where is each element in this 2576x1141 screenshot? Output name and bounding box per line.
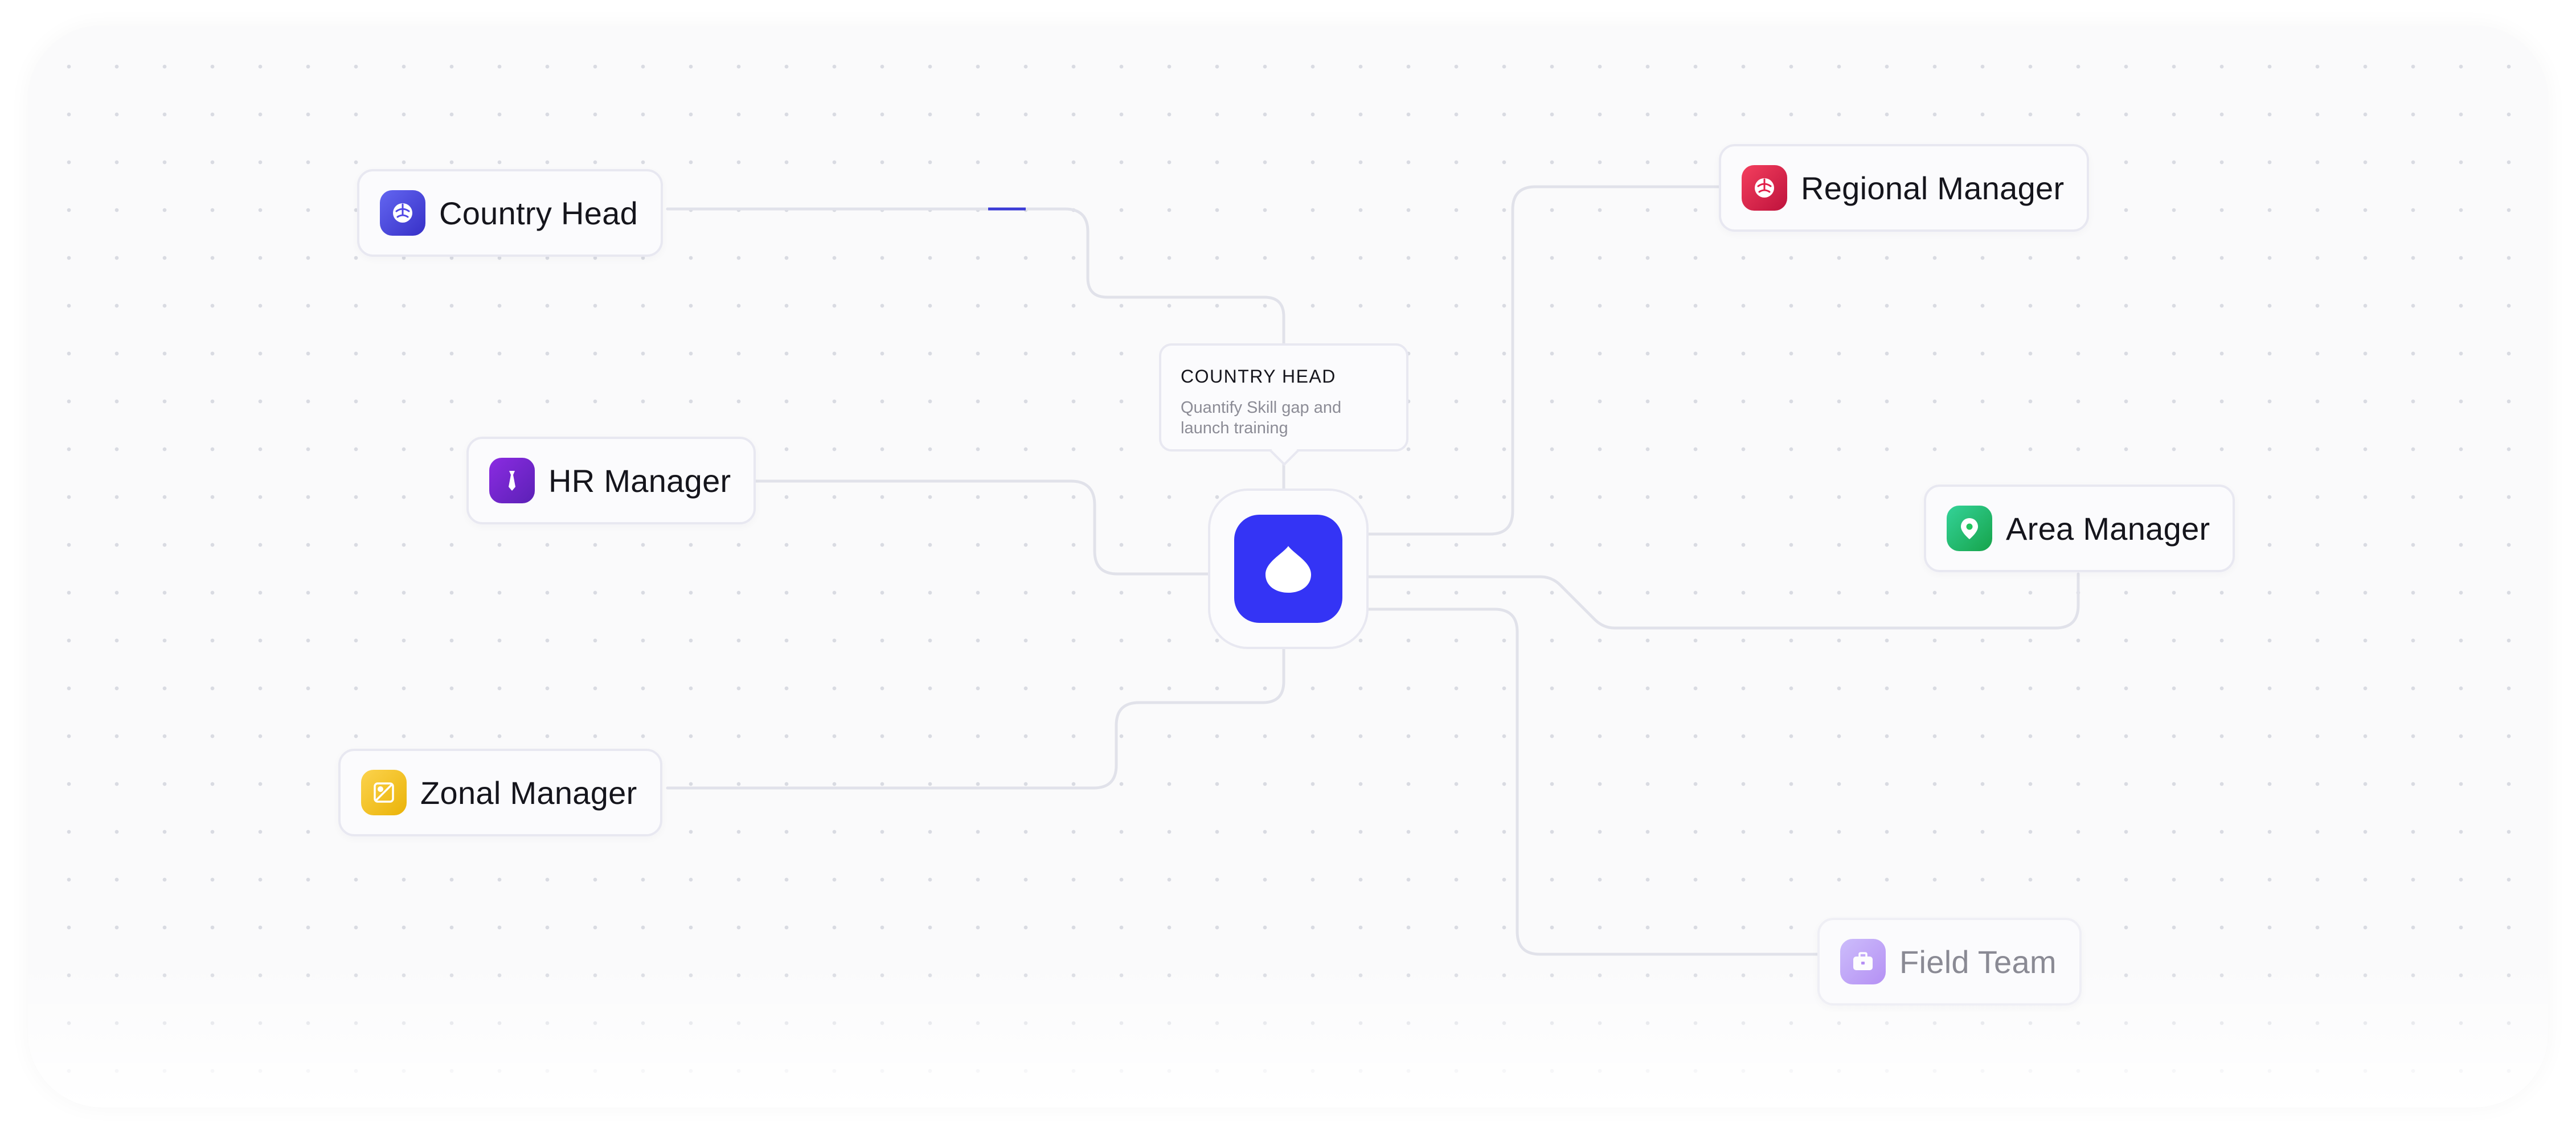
hub-node[interactable] bbox=[1208, 489, 1369, 649]
node-label: Field Team bbox=[1899, 943, 2057, 980]
node-regional-manager[interactable]: Regional Manager bbox=[1719, 144, 2090, 232]
map-icon bbox=[361, 770, 407, 815]
edge-zonal-manager bbox=[666, 647, 1285, 790]
tooltip-title: COUNTRY HEAD bbox=[1181, 366, 1336, 387]
node-zonal-manager[interactable]: Zonal Manager bbox=[338, 749, 662, 836]
node-hr-manager[interactable]: HR Manager bbox=[466, 437, 756, 524]
node-label: Country Head bbox=[439, 195, 638, 231]
location-pin-icon bbox=[1947, 506, 1992, 551]
tooltip-description: Quantify Skill gap and launch training bbox=[1181, 399, 1342, 437]
edge-regional-manager bbox=[1367, 185, 1721, 536]
bottom-fade bbox=[28, 959, 2548, 1107]
briefcase-icon bbox=[1840, 939, 1886, 984]
brain-icon bbox=[380, 190, 425, 236]
edge-field-team bbox=[1367, 608, 1821, 956]
node-label: Area Manager bbox=[2006, 510, 2210, 547]
node-field-team[interactable]: Field Team bbox=[1817, 918, 2082, 1005]
edge-hr-manager bbox=[754, 479, 1210, 576]
node-country-head[interactable]: Country Head bbox=[357, 169, 664, 257]
edge-country-head bbox=[666, 207, 1285, 345]
node-label: Zonal Manager bbox=[420, 774, 637, 811]
node-area-manager[interactable]: Area Manager bbox=[1924, 485, 2235, 572]
droplet-icon bbox=[1266, 546, 1311, 593]
node-tooltip: COUNTRY HEAD Quantify Skill gap and laun… bbox=[1159, 343, 1408, 466]
node-label: Regional Manager bbox=[1801, 170, 2065, 206]
hub-core bbox=[1234, 515, 1342, 623]
node-label: HR Manager bbox=[548, 462, 731, 499]
edge-area-manager bbox=[1367, 572, 2080, 630]
brain-icon bbox=[1742, 165, 1787, 211]
tie-icon bbox=[489, 458, 535, 503]
